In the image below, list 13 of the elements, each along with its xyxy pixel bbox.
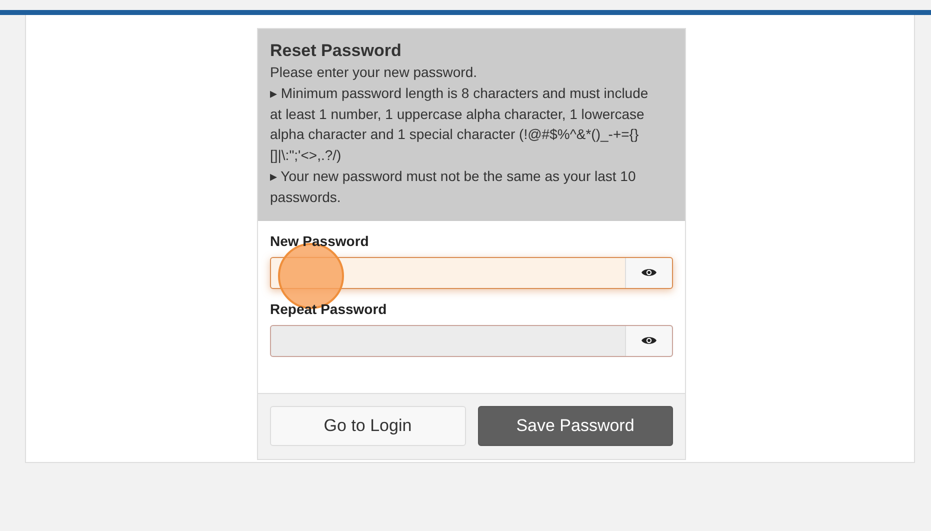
intro-text: Please enter your new password.	[270, 63, 478, 82]
show-password-button[interactable]	[625, 326, 672, 356]
card-title: Reset Password	[270, 40, 402, 62]
save-button[interactable]: Save Password	[478, 406, 673, 446]
eye-icon	[641, 267, 657, 278]
eye-icon	[641, 335, 657, 346]
show-password-button[interactable]	[625, 258, 672, 288]
field-label: New Password	[270, 232, 370, 249]
rule-text: ▸ Your new password must not be the same as your last 10 passwords.	[270, 166, 637, 207]
password-field[interactable]	[270, 324, 673, 357]
login-button[interactable]: Go to Login	[270, 406, 466, 446]
rule-text: ▸ Minimum password length is 8 characters and must include at least 1 number, 1 uppercase alpha character, 1 lowercase alpha character and 1 special character (!@#$%^&*()_-+={}[]|\:";'<>,.?/)	[270, 84, 650, 166]
field-label: Repeat Password	[270, 300, 388, 317]
